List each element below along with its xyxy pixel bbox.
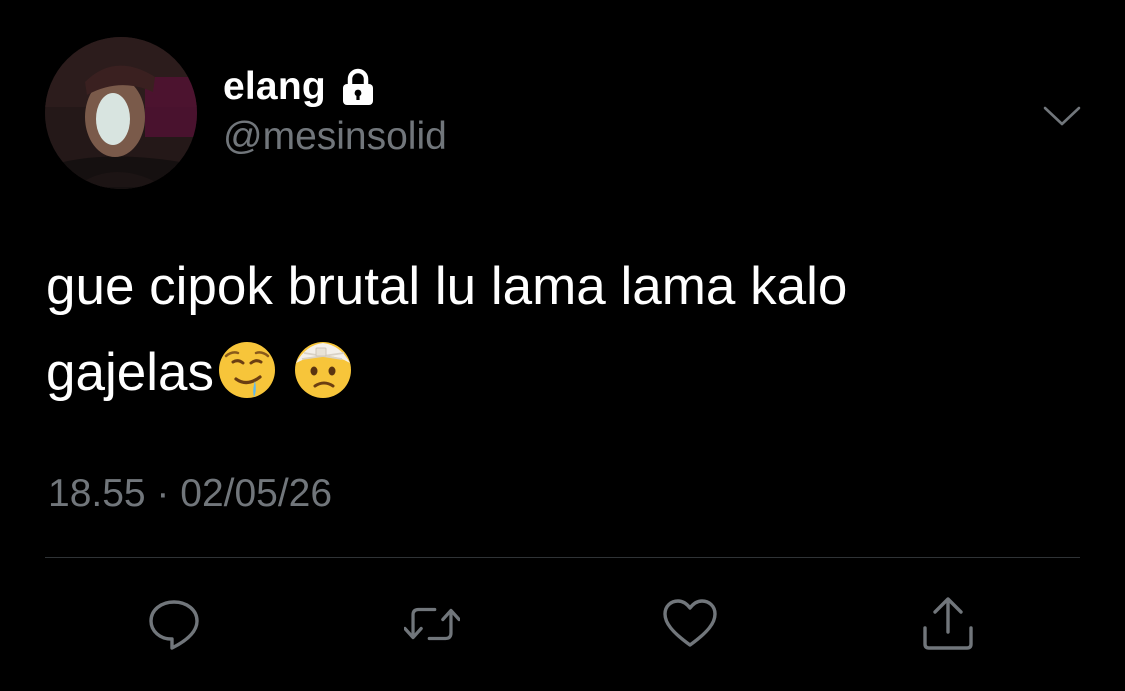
like-icon[interactable]: [662, 596, 718, 652]
reply-icon[interactable]: [146, 596, 202, 652]
tweet-timestamp[interactable]: 18.55 · 02/05/26: [48, 472, 332, 516]
tweet-text-line2: gajelas: [46, 330, 1046, 416]
drooling-face-icon: [216, 339, 278, 401]
lock-icon: [338, 67, 378, 107]
tweet-text: gue cipok brutal lu lama lama kalo gajel…: [46, 244, 1046, 416]
display-name[interactable]: elang: [223, 65, 326, 109]
avatar[interactable]: [45, 37, 197, 189]
divider: [45, 557, 1080, 558]
tweet-text-line2-text: gajelas: [46, 343, 214, 402]
chevron-down-icon[interactable]: [1042, 96, 1082, 136]
tweet: elang @mesinsolid gue cipok brutal lu la…: [0, 0, 1125, 691]
tweet-text-line1: gue cipok brutal lu lama lama kalo: [46, 257, 848, 316]
retweet-icon[interactable]: [404, 596, 460, 652]
display-name-row: elang: [223, 62, 378, 112]
face-with-head-bandage-icon: [292, 339, 354, 401]
share-icon[interactable]: [920, 596, 976, 652]
user-handle[interactable]: @mesinsolid: [223, 115, 447, 159]
